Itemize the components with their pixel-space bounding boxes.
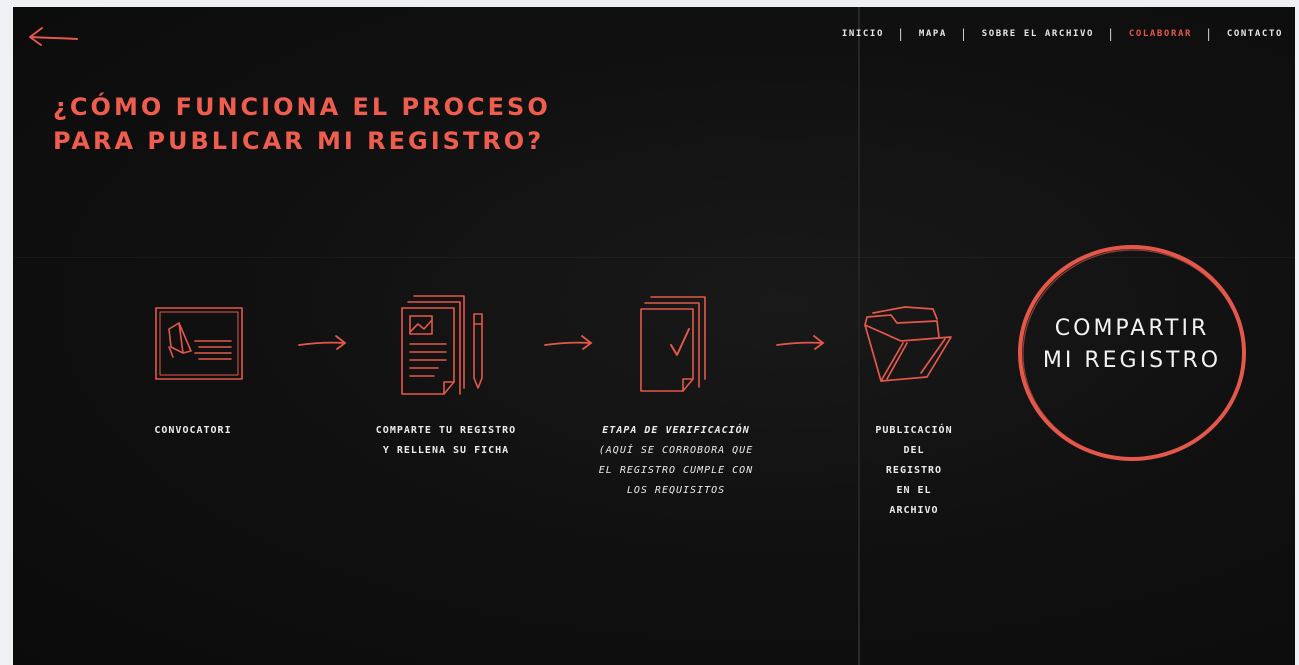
paper-fold-vertical [858,7,860,665]
nav-separator: | [1205,27,1214,41]
document-pencil-icon [401,295,483,395]
step-label-line: REGISTRO [885,465,943,476]
page-title-line-2: PARA PUBLICAR MI REGISTRO? [53,127,545,155]
step-label-line: Y RELLENA SU FICHA [382,445,510,456]
step-label-line: LOS REQUISITOS [626,485,726,496]
step-label-line: ARCHIVO [889,505,939,516]
megaphone-card-icon [155,307,243,380]
step-label-line: DEL [903,445,925,456]
nav-separator: | [959,27,969,41]
flow-arrow-icon [544,335,593,350]
cta-line-2: MI REGISTRO [1042,348,1222,373]
compartir-registro-label: COMPARTIR MI REGISTRO [1016,313,1248,377]
back-arrow-icon[interactable] [27,25,79,47]
step-label-line: ETAPA DE VERIFICACIÓN [602,425,750,436]
page-title-line-1: ¿CÓMO FUNCIONA EL PROCESO [53,93,551,121]
flow-arrow-icon [298,335,347,350]
cta-line-1: COMPARTIR [1054,316,1210,341]
page-title: ¿CÓMO FUNCIONA EL PROCESO PARA PUBLICAR … [53,90,551,158]
step-label-verificacion: ETAPA DE VERIFICACIÓN (AQUÍ SE CORROBORA… [581,421,771,501]
open-folder-icon [864,306,952,382]
page-background: INICIO | MAPA | SOBRE EL ARCHIVO | COLAB… [13,7,1295,665]
flow-arrow-icon [776,335,825,350]
step-label-line: (AQUÍ SE CORROBORA QUE [598,445,754,456]
nav-item-colaborar[interactable]: COLABORAR [1129,29,1192,39]
step-label-line: PUBLICACIÓN [875,425,953,436]
nav-item-sobre-el-archivo[interactable]: SOBRE EL ARCHIVO [982,29,1094,39]
nav-separator: | [896,27,906,41]
nav-item-mapa[interactable]: MAPA [919,29,947,39]
step-label-publicacion: PUBLICACIÓN DEL REGISTRO EN EL ARCHIVO [849,421,979,521]
nav-separator: | [1107,27,1116,41]
step-label-line: EL REGISTRO CUMPLE CON [598,465,754,476]
top-nav: INICIO | MAPA | SOBRE EL ARCHIVO | COLAB… [842,27,1283,41]
step-label-line: CONVOCATORI [154,425,232,436]
checkmark-document-icon [640,296,706,392]
step-label-convocatoria: CONVOCATORI [113,421,273,441]
step-label-comparte: COMPARTE TU REGISTRO Y RELLENA SU FICHA [343,421,549,461]
step-label-line: COMPARTE TU REGISTRO [375,425,517,436]
nav-item-inicio[interactable]: INICIO [842,29,884,39]
compartir-registro-button[interactable]: COMPARTIR MI REGISTRO [1016,243,1248,463]
nav-item-contacto[interactable]: CONTACTO [1227,29,1283,39]
step-label-line: EN EL [896,485,932,496]
